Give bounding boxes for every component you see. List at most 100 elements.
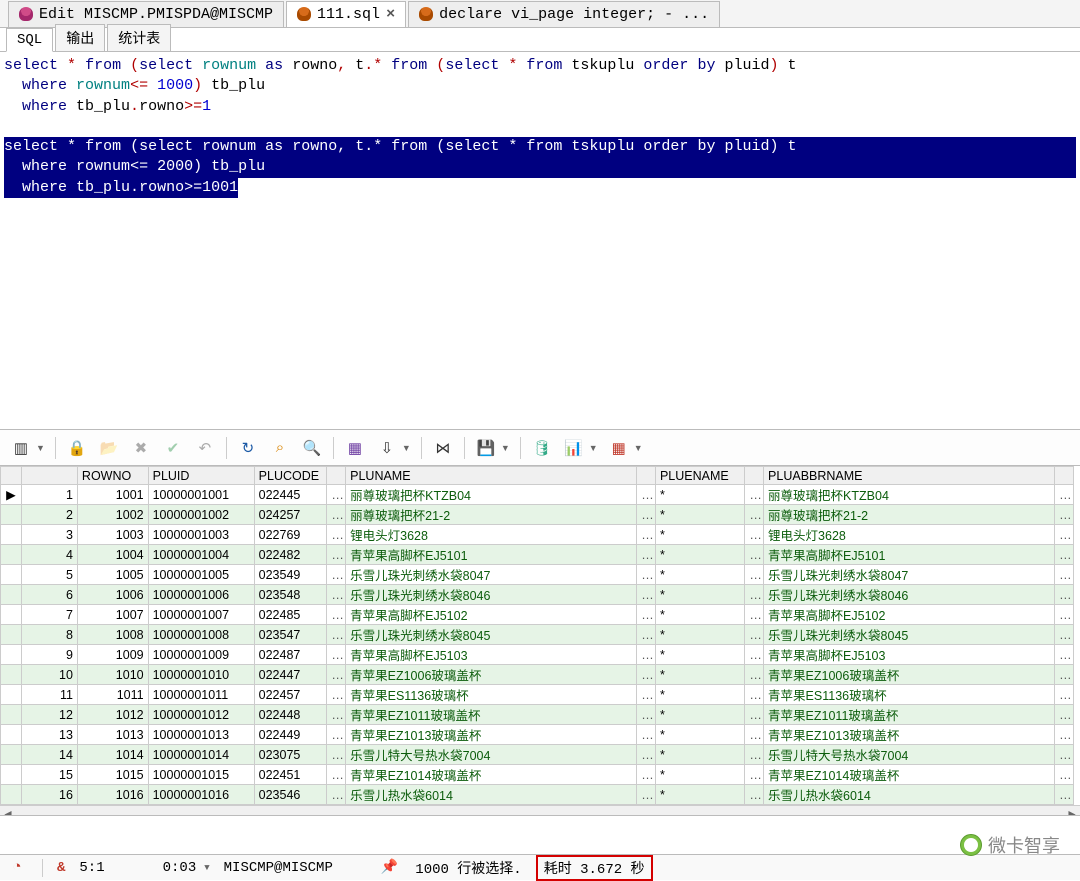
- ellipsis-icon[interactable]: …: [745, 585, 764, 605]
- commit-button[interactable]: ✔: [162, 437, 184, 459]
- row-marker-header[interactable]: [1, 467, 22, 485]
- grid-mode-button[interactable]: ▥: [10, 437, 32, 459]
- ellipsis-icon[interactable]: …: [1055, 525, 1074, 545]
- ellipsis-icon[interactable]: …: [327, 605, 346, 625]
- ellipsis-icon[interactable]: …: [637, 705, 656, 725]
- db-stats-button[interactable]: 🛢: [531, 437, 553, 459]
- ellipsis-icon[interactable]: …: [637, 625, 656, 645]
- ellipsis-icon[interactable]: …: [1055, 745, 1074, 765]
- file-tab-edit-miscmp[interactable]: Edit MISCMP.PMISPDA@MISCMP: [8, 1, 284, 27]
- ellipsis-icon[interactable]: …: [637, 585, 656, 605]
- ellipsis-icon[interactable]: …: [1055, 685, 1074, 705]
- ellipsis-icon[interactable]: …: [745, 505, 764, 525]
- ellipsis-icon[interactable]: …: [745, 625, 764, 645]
- ellipsis-icon[interactable]: …: [745, 485, 764, 505]
- save-button[interactable]: 💾: [475, 437, 497, 459]
- dropdown-icon[interactable]: ▼: [204, 863, 209, 873]
- table-row[interactable]: 10101010000001010022447…青苹果EZ1006玻璃盖杯…*……: [1, 665, 1074, 685]
- ellipsis-icon[interactable]: …: [1055, 645, 1074, 665]
- delete-button[interactable]: ✖: [130, 437, 152, 459]
- ellipsis-icon[interactable]: …: [745, 765, 764, 785]
- export-button[interactable]: ⇩: [376, 437, 398, 459]
- ellipsis-icon[interactable]: …: [637, 485, 656, 505]
- col-header-pluname[interactable]: PLUNAME: [346, 467, 637, 485]
- ellipsis-icon[interactable]: …: [745, 705, 764, 725]
- ellipsis-icon[interactable]: …: [327, 725, 346, 745]
- col-header-rowno[interactable]: ROWNO: [77, 467, 148, 485]
- ellipsis-icon[interactable]: …: [327, 585, 346, 605]
- table-row[interactable]: 7100710000001007022485…青苹果高脚杯EJ5102…*…青苹…: [1, 605, 1074, 625]
- link-button[interactable]: ⋈: [432, 437, 454, 459]
- table-row[interactable]: 15101510000001015022451…青苹果EZ1014玻璃盖杯…*……: [1, 765, 1074, 785]
- ellipsis-icon[interactable]: …: [745, 785, 764, 805]
- ellipsis-icon[interactable]: …: [637, 785, 656, 805]
- table-row[interactable]: 4100410000001004022482…青苹果高脚杯EJ5101…*…青苹…: [1, 545, 1074, 565]
- ellipsis-icon[interactable]: …: [745, 645, 764, 665]
- table-row[interactable]: 13101310000001013022449…青苹果EZ1013玻璃盖杯…*……: [1, 725, 1074, 745]
- ellipsis-icon[interactable]: …: [1055, 545, 1074, 565]
- ellipsis-icon[interactable]: …: [1055, 565, 1074, 585]
- view-record-button[interactable]: ▦: [344, 437, 366, 459]
- col-header-plucode[interactable]: PLUCODE: [254, 467, 327, 485]
- ellipsis-icon[interactable]: …: [637, 745, 656, 765]
- ellipsis-icon[interactable]: …: [745, 745, 764, 765]
- ellipsis-icon[interactable]: …: [327, 785, 346, 805]
- record-button[interactable]: ▦: [608, 437, 630, 459]
- ellipsis-icon[interactable]: …: [637, 665, 656, 685]
- ellipsis-icon[interactable]: …: [327, 645, 346, 665]
- ellipsis-icon[interactable]: …: [637, 605, 656, 625]
- table-row[interactable]: 16101610000001016023546…乐雪儿热水袋6014…*…乐雪儿…: [1, 785, 1074, 805]
- dropdown-icon[interactable]: ▼: [589, 443, 598, 453]
- ellipsis-icon[interactable]: …: [327, 625, 346, 645]
- filter-button[interactable]: ⌕: [269, 437, 291, 459]
- sub-tab-stats[interactable]: 统计表: [107, 24, 171, 51]
- col-header-pluabbrname[interactable]: PLUABBRNAME: [764, 467, 1055, 485]
- ellipsis-icon[interactable]: …: [637, 505, 656, 525]
- file-tab-declare[interactable]: declare vi_page integer; - ...: [408, 1, 720, 27]
- find-button[interactable]: 🔍: [301, 437, 323, 459]
- ellipsis-icon[interactable]: …: [745, 665, 764, 685]
- ellipsis-icon[interactable]: …: [745, 525, 764, 545]
- table-row[interactable]: 3100310000001003022769…锂电头灯3628…*…锂电头灯36…: [1, 525, 1074, 545]
- lock-button[interactable]: 🔒: [66, 437, 88, 459]
- ellipsis-icon[interactable]: …: [1055, 485, 1074, 505]
- ellipsis-icon[interactable]: …: [327, 485, 346, 505]
- result-grid[interactable]: ROWNO PLUID PLUCODE PLUNAME PLUENAME PLU…: [0, 466, 1074, 805]
- ellipsis-icon[interactable]: …: [1055, 505, 1074, 525]
- ellipsis-icon[interactable]: …: [1055, 725, 1074, 745]
- scroll-left-icon[interactable]: ◄: [2, 807, 14, 817]
- ellipsis-icon[interactable]: …: [327, 705, 346, 725]
- ellipsis-icon[interactable]: …: [637, 725, 656, 745]
- ellipsis-icon[interactable]: …: [745, 605, 764, 625]
- dropdown-icon[interactable]: ▼: [501, 443, 510, 453]
- ellipsis-icon[interactable]: …: [637, 685, 656, 705]
- ellipsis-icon[interactable]: …: [745, 545, 764, 565]
- dropdown-icon[interactable]: ▼: [402, 443, 411, 453]
- ellipsis-icon[interactable]: …: [1055, 585, 1074, 605]
- table-row[interactable]: 9100910000001009022487…青苹果高脚杯EJ5103…*…青苹…: [1, 645, 1074, 665]
- ellipsis-icon[interactable]: …: [327, 745, 346, 765]
- table-row[interactable]: 6100610000001006023548…乐雪儿珠光刺绣水袋8046…*…乐…: [1, 585, 1074, 605]
- sql-editor[interactable]: select * from (select rownum as rowno, t…: [0, 52, 1080, 430]
- ellipsis-icon[interactable]: …: [745, 685, 764, 705]
- table-row[interactable]: 14101410000001014023075…乐雪儿特大号热水袋7004…*……: [1, 745, 1074, 765]
- ellipsis-icon[interactable]: …: [1055, 705, 1074, 725]
- ellipsis-icon[interactable]: …: [327, 665, 346, 685]
- table-row[interactable]: 11101110000001011022457…青苹果ES1136玻璃杯…*…青…: [1, 685, 1074, 705]
- ellipsis-icon[interactable]: …: [637, 765, 656, 785]
- col-header-pluid[interactable]: PLUID: [148, 467, 254, 485]
- sub-tab-output[interactable]: 输出: [55, 24, 105, 51]
- h-scrollbar[interactable]: ◄ ►: [0, 805, 1080, 816]
- rownum-header[interactable]: [21, 467, 77, 485]
- ellipsis-icon[interactable]: …: [327, 765, 346, 785]
- ellipsis-icon[interactable]: …: [1055, 665, 1074, 685]
- refresh-button[interactable]: ↻: [237, 437, 259, 459]
- ellipsis-icon[interactable]: …: [327, 525, 346, 545]
- table-row[interactable]: ▶1100110000001001022445…丽尊玻璃把杯KTZB04…*…丽…: [1, 485, 1074, 505]
- ellipsis-icon[interactable]: …: [637, 525, 656, 545]
- chart-button[interactable]: 📊: [563, 437, 585, 459]
- ellipsis-icon[interactable]: …: [637, 645, 656, 665]
- table-row[interactable]: 8100810000001008023547…乐雪儿珠光刺绣水袋8045…*…乐…: [1, 625, 1074, 645]
- ellipsis-icon[interactable]: …: [327, 685, 346, 705]
- scroll-right-icon[interactable]: ►: [1066, 807, 1078, 817]
